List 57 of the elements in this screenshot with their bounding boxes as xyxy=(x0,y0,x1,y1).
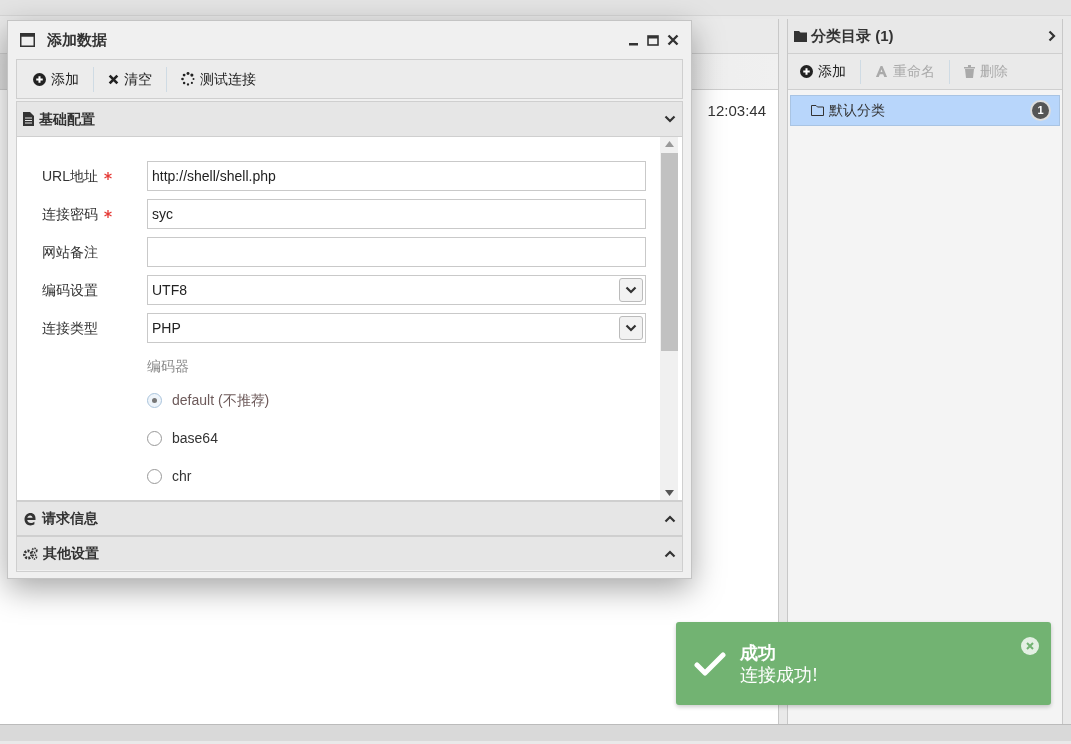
chevron-down-icon[interactable] xyxy=(625,324,637,332)
input-field[interactable]: http://shell/shell.php xyxy=(147,161,646,191)
folder-icon xyxy=(811,105,824,116)
chevron-down-icon[interactable] xyxy=(664,115,676,123)
field-label: 连接密码 xyxy=(42,204,98,224)
radio-button[interactable] xyxy=(147,468,162,484)
scrollbar[interactable] xyxy=(660,137,678,500)
radio-label: base64 xyxy=(172,428,218,448)
chevron-down-icon[interactable] xyxy=(625,286,637,294)
browser-e-icon xyxy=(23,511,37,526)
section-header[interactable]: 请求信息 xyxy=(17,500,682,535)
radio-label: default (不推荐) xyxy=(172,390,270,410)
toolbar-button[interactable]: 测试连接 xyxy=(179,68,258,90)
folder-icon xyxy=(794,30,807,42)
scroll-down-icon[interactable] xyxy=(664,490,674,496)
section-header[interactable]: 基础配置 xyxy=(17,102,682,137)
maximize-icon[interactable] xyxy=(647,34,659,46)
panel-title: 分类目录 (1) xyxy=(811,25,894,46)
chevron-up-icon[interactable] xyxy=(664,549,676,558)
document-icon xyxy=(23,112,34,126)
required-asterisk-icon xyxy=(104,210,112,218)
checkmark-icon xyxy=(694,650,726,677)
trash-icon xyxy=(964,65,975,78)
radio-label: chr xyxy=(172,466,192,486)
gears-icon xyxy=(23,547,38,560)
plus-icon xyxy=(33,72,46,86)
chevron-right-icon[interactable] xyxy=(1048,30,1056,42)
toolbar-button[interactable]: 清空 xyxy=(106,68,154,90)
toolbar-button[interactable]: 添加 xyxy=(31,68,81,90)
dropdown-field[interactable]: PHP xyxy=(147,313,646,343)
section-header[interactable]: 其他设置 xyxy=(17,535,682,570)
field-label: URL地址 xyxy=(42,166,98,186)
radio-button[interactable] xyxy=(147,392,162,408)
category-label: 默认分类 xyxy=(829,101,886,120)
toast-title: 成功 xyxy=(740,641,777,664)
toast-message: 连接成功! xyxy=(740,663,818,686)
input-field[interactable] xyxy=(147,237,646,267)
spinner-icon xyxy=(181,72,195,86)
field-label: 网站备注 xyxy=(42,242,98,262)
window-icon xyxy=(20,33,35,47)
radio-button[interactable] xyxy=(147,430,162,446)
table-cell-text: 12:03:44 xyxy=(707,101,766,121)
close-icon[interactable] xyxy=(667,34,679,46)
dropdown-field[interactable]: UTF8 xyxy=(147,275,646,305)
chevron-up-icon[interactable] xyxy=(664,514,676,523)
plus-icon xyxy=(800,65,813,78)
required-asterisk-icon xyxy=(104,172,112,180)
field-label: 编码设置 xyxy=(42,280,98,300)
category-item[interactable]: 默认分类 1 xyxy=(790,95,1060,126)
input-field[interactable]: syc xyxy=(147,199,646,229)
count-badge: 1 xyxy=(1030,100,1051,121)
encoder-label: 编码器 xyxy=(147,356,190,376)
font-icon xyxy=(875,65,888,78)
close-icon xyxy=(108,73,119,85)
field-label: 连接类型 xyxy=(42,318,98,338)
window-title: 添加数据 xyxy=(47,29,107,50)
toolbar-button[interactable]: 添加 xyxy=(796,59,850,84)
